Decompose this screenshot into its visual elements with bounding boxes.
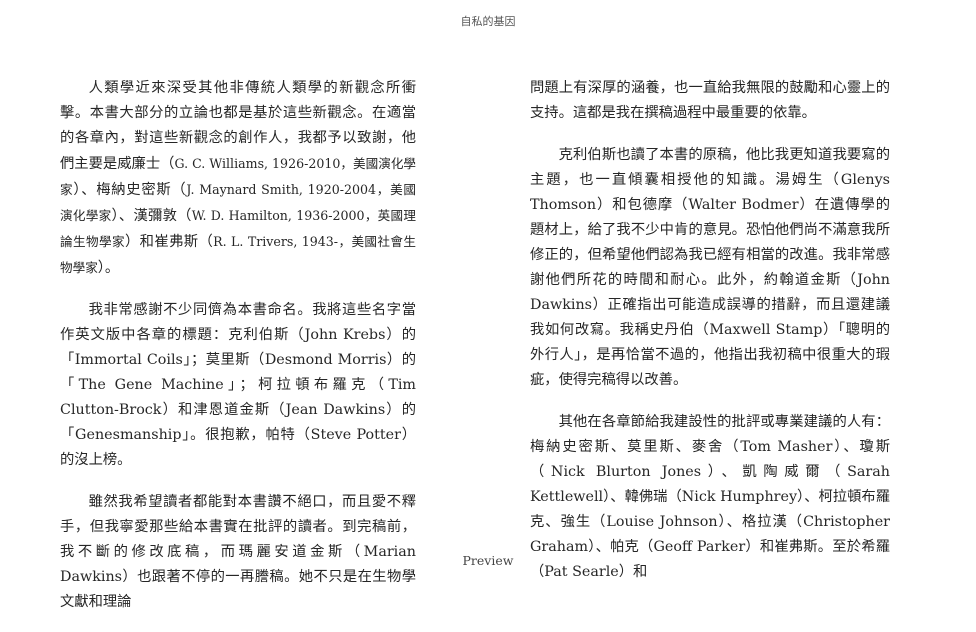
preview-label: Preview — [462, 553, 514, 568]
paragraph-text: ）。 — [97, 260, 120, 276]
paragraph: 克利伯斯也讀了本書的原稿，他比我更知道我要寫的主題，也一直傾囊相授他的知識。湯姆… — [530, 147, 890, 388]
paragraph: 人類學近來深受其他非傳統人類學的新觀念所衝擊。本書大部分的立論也都是基於這些新觀… — [60, 76, 416, 281]
paragraph-text: ）、漢彌敦（ — [111, 208, 192, 224]
running-header: 自私的基因 — [460, 15, 516, 28]
right-column: 問題上有深厚的涵養，也一直給我無限的鼓勵和心靈上的支持。這都是我在撰稿過程中最重… — [530, 76, 890, 602]
left-column: 人類學近來深受其他非傳統人類學的新觀念所衝擊。本書大部分的立論也都是基於這些新觀… — [60, 76, 416, 632]
paragraph-text: ）、梅納史密斯（ — [73, 182, 187, 198]
paragraph-text: ）和崔弗斯（ — [124, 234, 214, 250]
paragraph: 我非常感謝不少同儕為本書命名。我將這些名字當作英文版中各章的標題：克利伯斯（Jo… — [60, 302, 416, 468]
paragraph: 問題上有深厚的涵養，也一直給我無限的鼓勵和心靈上的支持。這都是我在撰稿過程中最重… — [530, 80, 890, 121]
